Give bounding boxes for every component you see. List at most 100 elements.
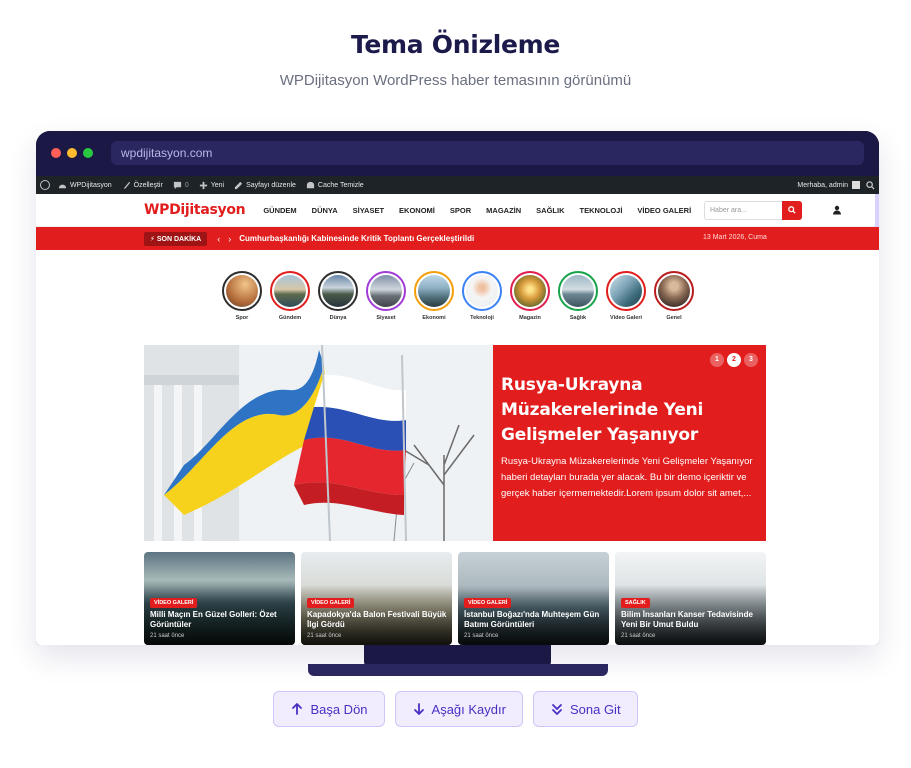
news-card[interactable]: VİDEO GALERİ Kapadokya'da Balon Festival… xyxy=(301,552,452,645)
nav-item-siyaset[interactable]: SİYASET xyxy=(353,206,384,215)
story-ring xyxy=(414,271,454,311)
admin-item-edit-page[interactable]: Sayfayı düzenle xyxy=(234,181,296,190)
story-item[interactable]: Gündem xyxy=(266,271,314,321)
card-title[interactable]: Milli Maçın En Güzel Golleri: Özet Görün… xyxy=(150,610,290,630)
story-item[interactable]: Sağlık xyxy=(554,271,602,321)
news-card[interactable]: VİDEO GALERİ İstanbul Boğazı'nda Muhteşe… xyxy=(458,552,609,645)
story-item[interactable]: Teknoloji xyxy=(458,271,506,321)
maximize-dot-icon xyxy=(83,148,93,158)
wordpress-logo-icon[interactable] xyxy=(40,180,50,190)
story-item[interactable]: Video Galeri xyxy=(602,271,650,321)
news-card[interactable]: VİDEO GALERİ Milli Maçın En Güzel Goller… xyxy=(144,552,295,645)
hero-title[interactable]: Rusya-Ukrayna Müzakerelerinde Yeni Geliş… xyxy=(501,373,756,448)
story-thumbnail xyxy=(610,275,642,307)
hero-page-2[interactable]: 2 xyxy=(727,353,741,367)
story-item[interactable]: Genel xyxy=(650,271,698,321)
page-subtitle: WPDijitasyon WordPress haber temasının g… xyxy=(279,72,632,89)
breaking-badge: ⚡ SON DAKİKA xyxy=(144,231,208,246)
hero-page-3[interactable]: 3 xyxy=(744,353,758,367)
story-label: Sağlık xyxy=(569,315,587,321)
brush-icon xyxy=(123,181,130,189)
story-label: Teknoloji xyxy=(470,315,494,321)
story-strip: Spor Gündem Dünya Siyaset Ekonomi Teknol… xyxy=(218,271,698,321)
card-category-badge[interactable]: VİDEO GALERİ xyxy=(150,598,198,608)
nav-item-ekonomi[interactable]: EKONOMİ xyxy=(399,206,435,215)
nav-item-video-galeri[interactable]: VİDEO GALERİ xyxy=(637,206,691,215)
story-ring xyxy=(510,271,550,311)
site-viewport[interactable]: WPDijitasyon Özelleştir 0 Yeni Sayfayı d… xyxy=(36,176,879,645)
page-title: Tema Önizleme xyxy=(350,30,561,59)
card-title[interactable]: İstanbul Boğazı'nda Muhteşem Gün Batımı … xyxy=(464,610,604,630)
story-label: Genel xyxy=(666,315,682,321)
breaking-news-bar: ⚡ SON DAKİKA ‹ › Cumhurbaşkanlığı Kabine… xyxy=(36,227,879,250)
nav-item-gundem[interactable]: GÜNDEM xyxy=(263,206,296,215)
hero-text-panel[interactable]: 1 2 3 Rusya-Ukrayna Müzakerelerinde Yeni… xyxy=(493,345,766,541)
admin-item-label: Sayfayı düzenle xyxy=(246,181,296,189)
search-icon[interactable] xyxy=(866,180,875,190)
scroll-end-button[interactable]: Sona Git xyxy=(532,691,638,727)
story-label: Video Galeri xyxy=(610,315,642,321)
admin-item-site[interactable]: WPDijitasyon xyxy=(58,181,112,190)
main-nav: GÜNDEM DÜNYA SİYASET EKONOMİ SPOR MAGAZİ… xyxy=(263,206,706,215)
story-label: Siyaset xyxy=(376,315,396,321)
nav-item-teknoloji[interactable]: TEKNOLOJİ xyxy=(580,206,623,215)
site-logo[interactable]: WPDijitasyon xyxy=(144,202,246,218)
admin-item-new[interactable]: Yeni xyxy=(199,181,224,190)
story-label: Gündem xyxy=(278,315,302,321)
arrow-up-icon xyxy=(292,703,303,715)
story-label: Spor xyxy=(235,315,249,321)
scroll-top-button[interactable]: Başa Dön xyxy=(273,691,385,727)
story-ring xyxy=(462,271,502,311)
admin-item-label: Özelleştir xyxy=(133,181,163,189)
scroll-end-label: Sona Git xyxy=(569,701,621,717)
story-ring xyxy=(558,271,598,311)
story-item[interactable]: Siyaset xyxy=(362,271,410,321)
url-bar[interactable]: wpdijitasyon.com xyxy=(111,141,864,165)
nav-item-spor[interactable]: SPOR xyxy=(450,206,471,215)
breaking-prev-button[interactable]: ‹ xyxy=(217,234,220,244)
story-item[interactable]: Ekonomi xyxy=(410,271,458,321)
news-cards: VİDEO GALERİ Milli Maçın En Güzel Goller… xyxy=(144,552,772,645)
scrollbar[interactable] xyxy=(875,194,879,227)
scroll-down-button[interactable]: Aşağı Kaydır xyxy=(394,691,523,727)
nav-item-dunya[interactable]: DÜNYA xyxy=(312,206,338,215)
site-header: WPDijitasyon GÜNDEM DÜNYA SİYASET EKONOM… xyxy=(36,194,879,227)
nav-item-saglik[interactable]: SAĞLIK xyxy=(536,206,564,215)
admin-item-comments[interactable]: 0 xyxy=(173,181,189,190)
card-time: 21 saat önce xyxy=(150,633,185,639)
wp-admin-bar: WPDijitasyon Özelleştir 0 Yeni Sayfayı d… xyxy=(36,176,879,194)
card-title[interactable]: Kapadokya'da Balon Festivali Büyük İlgi … xyxy=(307,610,447,630)
news-card[interactable]: SAĞLIK Bilim İnsanları Kanser Tedavisind… xyxy=(615,552,766,645)
story-thumbnail xyxy=(562,275,594,307)
admin-item-cache[interactable]: Cache Temizle xyxy=(306,181,364,190)
card-category-badge[interactable]: SAĞLIK xyxy=(621,598,650,608)
avatar[interactable] xyxy=(852,181,860,189)
story-item[interactable]: Magazin xyxy=(506,271,554,321)
story-thumbnail xyxy=(418,275,450,307)
hero-page-1[interactable]: 1 xyxy=(710,353,724,367)
dashboard-icon xyxy=(58,184,67,188)
story-item[interactable]: Dünya xyxy=(314,271,362,321)
hero-slider[interactable]: 1 2 3 Rusya-Ukrayna Müzakerelerinde Yeni… xyxy=(144,345,766,541)
card-title[interactable]: Bilim İnsanları Kanser Tedavisinde Yeni … xyxy=(621,610,761,630)
pencil-icon xyxy=(234,181,243,189)
story-thumbnail xyxy=(322,275,354,307)
admin-greeting[interactable]: Merhaba, admin xyxy=(797,182,848,189)
user-icon[interactable] xyxy=(832,205,842,215)
breaking-next-button[interactable]: › xyxy=(228,234,231,244)
admin-item-customize[interactable]: Özelleştir xyxy=(122,181,163,190)
card-time: 21 saat önce xyxy=(621,633,656,639)
site-search-button[interactable] xyxy=(782,201,802,220)
card-category-badge[interactable]: VİDEO GALERİ xyxy=(464,598,512,608)
site-search-input[interactable]: Haber ara... xyxy=(704,201,802,220)
story-thumbnail xyxy=(226,275,258,307)
hero-image[interactable] xyxy=(144,345,493,541)
story-ring xyxy=(318,271,358,311)
story-thumbnail xyxy=(274,275,306,307)
story-item[interactable]: Spor xyxy=(218,271,266,321)
nav-item-magazin[interactable]: MAGAZİN xyxy=(486,206,521,215)
close-dot-icon xyxy=(51,148,61,158)
monitor-stand-neck xyxy=(364,645,551,666)
card-category-badge[interactable]: VİDEO GALERİ xyxy=(307,598,355,608)
breaking-headline[interactable]: Cumhurbaşkanlığı Kabinesinde Kritik Topl… xyxy=(239,234,474,243)
